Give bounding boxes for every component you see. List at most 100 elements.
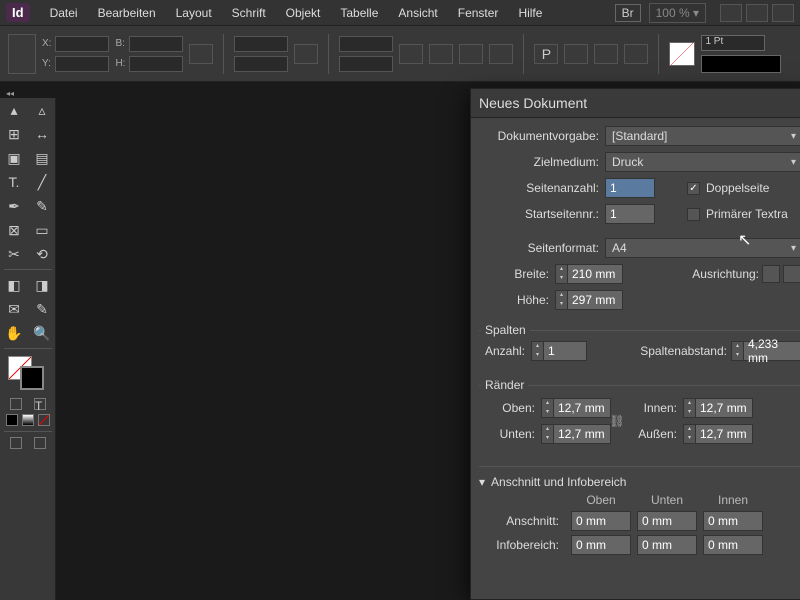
gutter-spinner[interactable] [731,341,743,361]
facing-pages-checkbox[interactable] [687,182,700,195]
panel-expand-icon[interactable] [6,85,16,91]
primary-textframe-checkbox[interactable] [687,208,700,221]
bleed-top-input[interactable]: 0 mm [571,511,631,531]
format-container-icon[interactable] [10,398,22,410]
selection-tool-icon[interactable]: ▴ [0,98,28,122]
menu-objekt[interactable]: Objekt [276,2,331,24]
rotate-cw-icon[interactable] [399,44,423,64]
menu-tabelle[interactable]: Tabelle [330,2,388,24]
content-collector-icon[interactable]: ▣ [0,146,28,170]
margin-outside-input[interactable]: 12,7 mm [695,424,753,444]
zoom-tool-icon[interactable]: 🔍 [28,321,56,345]
stroke-weight-dropdown[interactable]: 1 Pt [701,35,765,51]
screen-mode-icon[interactable] [720,4,742,22]
gradient-swatch-tool-icon[interactable]: ◧ [0,273,28,297]
note-tool-icon[interactable]: ✉ [0,297,28,321]
menu-ansicht[interactable]: Ansicht [388,2,447,24]
fill-swatch-icon[interactable] [669,42,695,66]
y-input[interactable] [55,56,109,72]
bridge-button[interactable]: Br [615,4,641,22]
margin-top-input[interactable]: 12,7 mm [553,398,611,418]
fill-stroke-swap[interactable] [0,352,56,396]
slug-top-input[interactable]: 0 mm [571,535,631,555]
apply-gradient-icon[interactable] [22,414,34,426]
margin-bottom-input[interactable]: 12,7 mm [553,424,611,444]
columns-section-title: Spalten [481,323,530,337]
link-margins-icon[interactable]: ⛓ [611,409,623,433]
select-content-icon[interactable] [564,44,588,64]
x-input[interactable] [55,36,109,52]
type-tool-icon[interactable]: T. [0,170,28,194]
menu-fenster[interactable]: Fenster [448,2,509,24]
page-size-dropdown[interactable]: A4 [605,238,800,258]
page-tool-icon[interactable]: ⊞ [0,122,28,146]
pages-input[interactable]: 1 [605,178,655,198]
format-text-icon[interactable]: T [34,398,46,410]
orientation-landscape-button[interactable] [783,265,800,283]
gap-tool-icon[interactable]: ↔ [28,122,56,146]
menu-hilfe[interactable]: Hilfe [508,2,552,24]
preset-dropdown[interactable]: [Standard] [605,126,800,146]
line-tool-icon[interactable]: ╱ [28,170,56,194]
height-input[interactable]: 297 mm [567,290,623,310]
flip-h-icon[interactable] [459,44,483,64]
start-page-input[interactable]: 1 [605,204,655,224]
height-input[interactable] [129,56,183,72]
direct-selection-tool-icon[interactable]: ▵ [28,98,56,122]
align-icon[interactable] [594,44,618,64]
gutter-input[interactable]: 4,233 mm [743,341,800,361]
select-container-icon[interactable]: P [534,44,558,64]
width-spinner[interactable] [555,264,567,284]
intent-dropdown[interactable]: Druck [605,152,800,172]
flip-v-icon[interactable] [489,44,513,64]
workspace-icon[interactable] [772,4,794,22]
orientation-portrait-button[interactable] [762,265,780,283]
margin-bottom-spinner[interactable] [541,424,553,444]
margin-inside-input[interactable]: 12,7 mm [695,398,753,418]
menu-schrift[interactable]: Schrift [222,2,276,24]
menu-bearbeiten[interactable]: Bearbeiten [88,2,166,24]
zoom-level-dropdown[interactable]: 100 % ▾ [649,3,706,23]
rectangle-tool-icon[interactable]: ▭ [28,218,56,242]
menu-layout[interactable]: Layout [166,2,222,24]
slug-bottom-input[interactable]: 0 mm [637,535,697,555]
content-placer-icon[interactable]: ▤ [28,146,56,170]
eyedropper-tool-icon[interactable]: ✎ [28,297,56,321]
menu-datei[interactable]: Datei [40,2,88,24]
rotate-ccw-icon[interactable] [429,44,453,64]
width-input[interactable]: 210 mm [567,264,623,284]
rotate-input[interactable] [339,36,393,52]
pen-tool-icon[interactable]: ✒ [0,194,28,218]
slug-inside-input[interactable]: 0 mm [703,535,763,555]
scale-x-input[interactable] [234,36,288,52]
reference-point-icon[interactable] [8,34,36,74]
preview-view-icon[interactable] [34,437,46,449]
scale-y-input[interactable] [234,56,288,72]
free-transform-tool-icon[interactable]: ⟲ [28,242,56,266]
normal-view-icon[interactable] [10,437,22,449]
margin-outside-spinner[interactable] [683,424,695,444]
margin-inside-spinner[interactable] [683,398,695,418]
disclosure-triangle-icon[interactable]: ▾ [479,475,485,489]
margin-top-spinner[interactable] [541,398,553,418]
arrange-documents-icon[interactable] [746,4,768,22]
constrain-scale-icon[interactable] [294,44,318,64]
bleed-inside-input[interactable]: 0 mm [703,511,763,531]
scissors-tool-icon[interactable]: ✂ [0,242,28,266]
constrain-icon[interactable] [189,44,213,64]
stroke-color-icon[interactable] [20,366,44,390]
column-count-input[interactable]: 1 [543,341,587,361]
width-input[interactable] [129,36,183,52]
column-count-spinner[interactable] [531,341,543,361]
height-spinner[interactable] [555,290,567,310]
distribute-icon[interactable] [624,44,648,64]
pencil-tool-icon[interactable]: ✎ [28,194,56,218]
hand-tool-icon[interactable]: ✋ [0,321,28,345]
stroke-style-dropdown[interactable] [701,55,781,73]
gradient-feather-tool-icon[interactable]: ◨ [28,273,56,297]
apply-none-icon[interactable] [38,414,50,426]
bleed-bottom-input[interactable]: 0 mm [637,511,697,531]
rectangle-frame-tool-icon[interactable]: ⊠ [0,218,28,242]
shear-input[interactable] [339,56,393,72]
apply-color-icon[interactable] [6,414,18,426]
